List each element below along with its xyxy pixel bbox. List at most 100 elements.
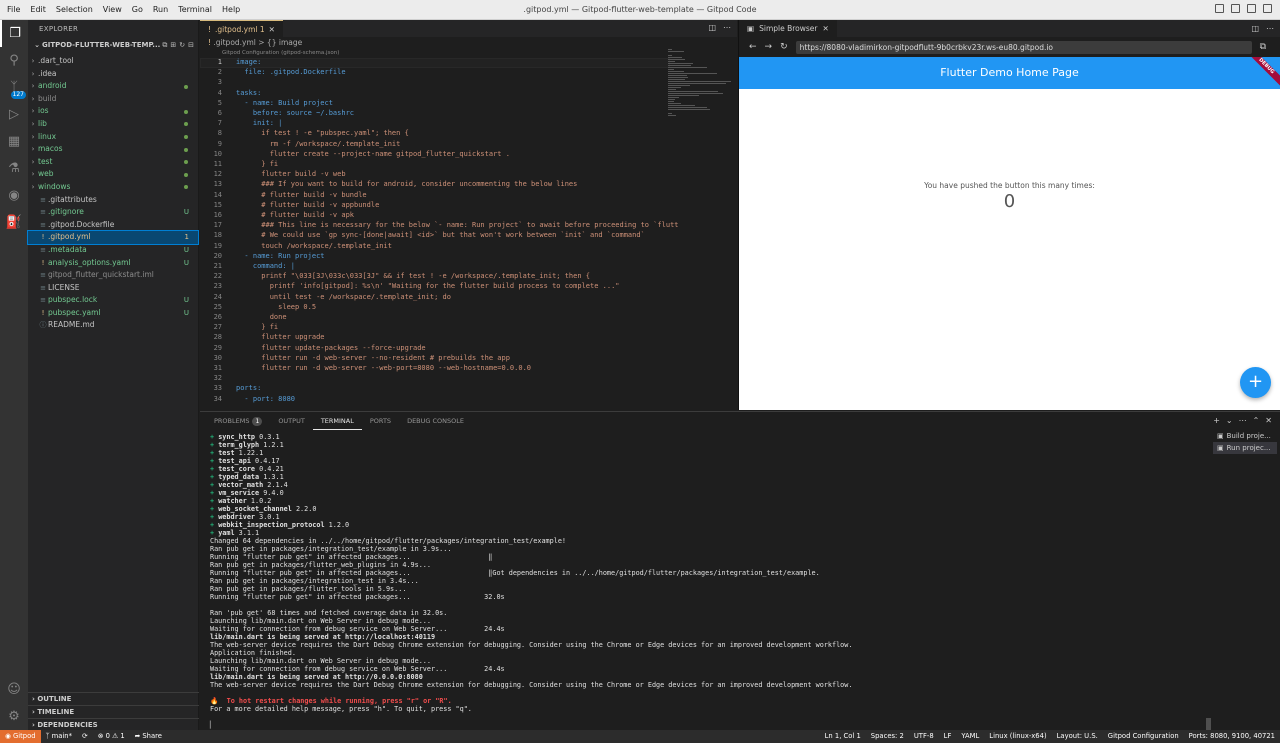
line-number: 31	[213, 364, 222, 372]
tree-file[interactable]: ≡ gitpod_flutter_quickstart.iml	[28, 269, 198, 282]
more-actions-icon[interactable]: ⋯	[723, 23, 731, 32]
status-item[interactable]: Gitpod Configuration	[1103, 730, 1184, 743]
tab-terminal[interactable]: TERMINAL	[312, 413, 362, 430]
back-arrow-icon[interactable]: ←	[749, 42, 757, 52]
run-debug-icon[interactable]: ▷	[0, 101, 28, 128]
toggle-sidebar-icon[interactable]	[1215, 4, 1224, 13]
explorer-icon[interactable]: ❐	[0, 20, 28, 47]
terminal-instance[interactable]: ▣ Build proje...	[1213, 430, 1277, 442]
search-icon[interactable]: ⚲	[0, 47, 28, 74]
menu-item-go[interactable]: Go	[127, 5, 148, 14]
breadcrumb[interactable]: ! .gitpod.yml > {} image	[200, 37, 737, 49]
reload-icon[interactable]: ↻	[780, 42, 788, 52]
dependencies-section[interactable]: › DEPENDENCIES	[28, 718, 199, 730]
tree-folder[interactable]: › build	[28, 93, 198, 106]
tree-folder[interactable]: › test	[28, 156, 198, 169]
tab-ports[interactable]: PORTS	[362, 412, 399, 430]
github-icon[interactable]: ◉	[0, 182, 28, 209]
tree-file[interactable]: ≡ .gitattributes	[28, 194, 198, 207]
tree-file[interactable]: ! analysis_options.yaml U	[28, 257, 198, 270]
more-actions-icon[interactable]: ⋯	[1239, 416, 1247, 425]
chevron-down-icon[interactable]: ⌄	[1226, 416, 1233, 425]
sync-button[interactable]: ⟳	[77, 730, 93, 743]
refresh-icon[interactable]: ↻	[179, 39, 185, 52]
tree-folder[interactable]: › android	[28, 80, 198, 93]
source-control-icon[interactable]: ᛉ 127	[0, 74, 28, 101]
problems-indicator[interactable]: ⊗ 0 ⚠ 1	[93, 730, 130, 743]
remote-indicator[interactable]: ◉ Gitpod	[0, 730, 41, 743]
tab-debug-console[interactable]: DEBUG CONSOLE	[399, 412, 472, 430]
url-input[interactable]: https://8080-vladimirkon-gitpodflutt-9b0…	[795, 40, 1252, 54]
close-icon[interactable]: ✕	[269, 21, 275, 38]
menu-item-run[interactable]: Run	[148, 5, 173, 14]
status-item[interactable]: Ln 1, Col 1	[820, 730, 866, 743]
status-item[interactable]: Spaces: 2	[866, 730, 909, 743]
new-folder-icon[interactable]: ⊞	[170, 39, 176, 52]
tree-file[interactable]: ≡ LICENSE	[28, 282, 198, 295]
split-editor-icon[interactable]: ◫	[708, 23, 716, 32]
tree-file[interactable]: ≡ .metadata U	[28, 244, 198, 257]
tree-file[interactable]: ≡ pubspec.lock U	[28, 294, 198, 307]
tree-file[interactable]: ! pubspec.yaml U	[28, 307, 198, 320]
outline-section[interactable]: › OUTLINE	[28, 692, 199, 704]
tab-gitpod-yml[interactable]: ! .gitpod.yml 1 ✕	[200, 20, 283, 37]
status-item[interactable]: YAML	[956, 730, 984, 743]
tree-folder[interactable]: › linux	[28, 131, 198, 144]
maximize-panel-icon[interactable]: ⌃	[1253, 416, 1260, 425]
tab-simple-browser[interactable]: ▣ Simple Browser ✕	[739, 20, 837, 37]
tree-file[interactable]: ≡ .gitignore U	[28, 206, 198, 219]
menu-item-view[interactable]: View	[98, 5, 127, 14]
code-line: tasks:	[236, 88, 262, 97]
status-item[interactable]: LF	[939, 730, 957, 743]
menu-item-edit[interactable]: Edit	[25, 5, 51, 14]
terminal-scrollbar[interactable]	[1206, 718, 1211, 730]
more-actions-icon[interactable]: ⋯	[1266, 24, 1274, 33]
extensions-icon[interactable]: ▦	[0, 128, 28, 155]
tab-output[interactable]: OUTPUT	[270, 412, 313, 430]
customize-layout-icon[interactable]	[1263, 4, 1272, 13]
new-file-icon[interactable]: ⧉	[162, 39, 167, 52]
tree-folder[interactable]: › .dart_tool	[28, 55, 198, 68]
open-external-icon[interactable]: ⧉	[1260, 42, 1266, 52]
tree-file[interactable]: ⓘ README.md	[28, 319, 198, 332]
close-icon[interactable]: ✕	[1265, 416, 1272, 425]
branch-indicator[interactable]: ᛉ main*	[41, 730, 77, 743]
file-icon: ≡	[40, 245, 46, 254]
toggle-panel-icon[interactable]	[1231, 4, 1240, 13]
tree-folder[interactable]: › windows	[28, 181, 198, 194]
toggle-secondary-sidebar-icon[interactable]	[1247, 4, 1256, 13]
workspace-folder[interactable]: ⌄ GITPOD-FLUTTER-WEB-TEMP... ⧉ ⊞ ↻ ⊟	[28, 39, 198, 52]
menu-item-help[interactable]: Help	[217, 5, 245, 14]
settings-gear-icon[interactable]: ⚙	[0, 703, 28, 730]
terminal-output[interactable]: + sync_http 0.3.1 + term_glyph 1.2.1 + tes…	[210, 433, 852, 729]
status-item[interactable]: UTF-8	[909, 730, 939, 743]
tab-problems[interactable]: PROBLEMS 1	[206, 412, 270, 430]
status-item[interactable]: Layout: U.S.	[1052, 730, 1103, 743]
close-icon[interactable]: ✕	[822, 20, 828, 37]
menu-item-file[interactable]: File	[2, 5, 25, 14]
minimap[interactable]	[668, 49, 734, 116]
new-terminal-icon[interactable]: +	[1213, 416, 1220, 425]
tree-folder[interactable]: › web	[28, 168, 198, 181]
minimap-line	[668, 95, 699, 96]
tree-file[interactable]: ! .gitpod.yml 1	[27, 230, 199, 245]
terminal-instance[interactable]: ▣ Run projec...	[1213, 442, 1277, 454]
collapse-all-icon[interactable]: ⊟	[188, 39, 194, 52]
split-editor-icon[interactable]: ◫	[1251, 24, 1259, 33]
menu-item-selection[interactable]: Selection	[51, 5, 98, 14]
increment-button[interactable]: +	[1240, 367, 1271, 398]
docker-icon[interactable]: ⛽	[0, 209, 28, 236]
status-item[interactable]: Ports: 8080, 9100, 40721	[1184, 730, 1280, 743]
menu-item-terminal[interactable]: Terminal	[173, 5, 217, 14]
tree-folder[interactable]: › lib	[28, 118, 198, 131]
tree-folder[interactable]: › ios	[28, 105, 198, 118]
tree-folder[interactable]: › .idea	[28, 68, 198, 81]
status-item[interactable]: Linux (linux-x64)	[984, 730, 1051, 743]
tree-folder[interactable]: › macos	[28, 143, 198, 156]
tree-file[interactable]: ≡ .gitpod.Dockerfile	[28, 219, 198, 232]
testing-icon[interactable]: ⚗	[0, 155, 28, 182]
forward-arrow-icon[interactable]: →	[765, 42, 773, 52]
share-button[interactable]: ➦ Share	[130, 730, 167, 743]
accounts-icon[interactable]: ☺	[0, 676, 28, 703]
timeline-section[interactable]: › TIMELINE	[28, 705, 199, 717]
